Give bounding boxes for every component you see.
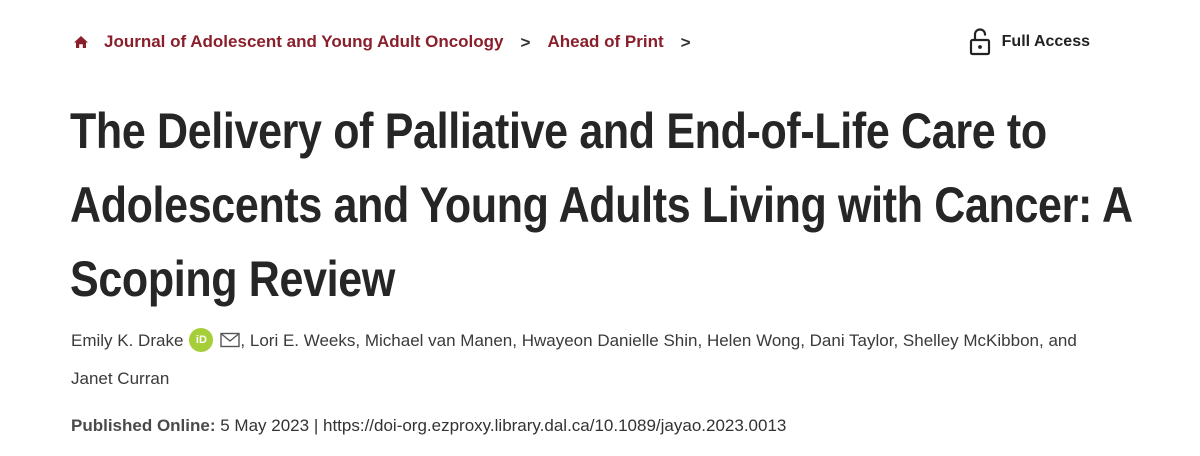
author-name[interactable]: Dani Taylor	[810, 331, 894, 350]
orcid-icon[interactable]: iD	[189, 327, 214, 352]
author-name[interactable]: Emily K. Drake	[71, 331, 183, 350]
breadcrumb-journal-link[interactable]: Journal of Adolescent and Young Adult On…	[104, 32, 504, 52]
article-title: The Delivery of Palliative and End-of-Li…	[70, 103, 1132, 307]
unlocked-padlock-icon	[968, 28, 992, 56]
home-icon[interactable]	[72, 33, 90, 51]
author-conjunction: and	[1048, 331, 1077, 350]
published-date: 5 May 2023	[220, 416, 310, 435]
breadcrumb: Journal of Adolescent and Young Adult On…	[72, 31, 708, 53]
author-name[interactable]: Helen Wong	[707, 331, 800, 350]
author-name[interactable]: Hwayeon Danielle Shin	[522, 331, 698, 350]
doi-link[interactable]: https://doi-org.ezproxy.library.dal.ca/1…	[323, 416, 786, 435]
author-list: Emily K. Drake iD, Lori E. Weeks, Michael…	[71, 322, 1151, 398]
breadcrumb-separator: >	[680, 33, 691, 52]
author-name[interactable]: Janet Curran	[71, 369, 169, 388]
email-icon[interactable]	[220, 332, 241, 348]
breadcrumb-separator: >	[520, 33, 531, 52]
author-name[interactable]: Shelley McKibbon	[903, 331, 1039, 350]
publication-info: Published Online: 5 May 2023 | https://d…	[71, 416, 786, 436]
breadcrumb-ahead-of-print-link[interactable]: Ahead of Print	[547, 32, 663, 52]
published-online-label: Published Online:	[71, 416, 216, 435]
full-access-label: Full Access	[1001, 33, 1090, 50]
published-separator: |	[313, 416, 319, 435]
author-name[interactable]: Michael van Manen	[365, 331, 512, 350]
full-access-badge: Full Access	[968, 28, 1090, 56]
top-bar: Journal of Adolescent and Young Adult On…	[72, 28, 1132, 56]
author-name[interactable]: Lori E. Weeks	[250, 331, 356, 350]
